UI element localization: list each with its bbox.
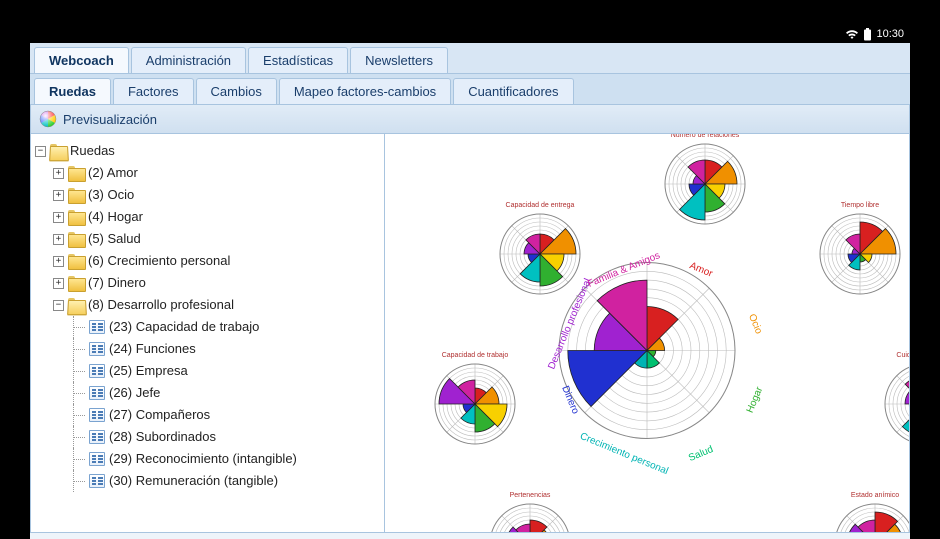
life-wheel-chart: AmorOcioHogarSaludCrecimiento personalDi… — [385, 134, 909, 532]
mini-wheel-label: Pertenencias — [475, 492, 585, 499]
expand-icon[interactable]: + — [53, 234, 64, 245]
tree-node-label: (27) Compañeros — [107, 404, 210, 426]
tree-leaf[interactable]: (29) Reconocimiento (intangible) — [87, 448, 380, 470]
folder-icon — [68, 298, 84, 312]
subtab-mapeo-factores-cambios[interactable]: Mapeo factores-cambios — [279, 78, 451, 104]
folder-icon — [68, 232, 84, 246]
tablet-frame: 10:30 WebcoachAdministraciónEstadísticas… — [0, 0, 940, 539]
content-area: − Ruedas + (2) Amor + (3) Ocio + (4) Hogar + (5) … — [30, 134, 910, 533]
tree-node-label: (7) Dinero — [86, 272, 146, 294]
tree-node-label: (8) Desarrollo profesional — [86, 294, 234, 316]
expand-icon[interactable]: + — [53, 168, 64, 179]
form-icon — [89, 452, 105, 466]
tree-leaf[interactable]: (26) Jefe — [87, 382, 380, 404]
form-icon — [89, 408, 105, 422]
tree-leaf[interactable]: (30) Remuneración (tangible) — [87, 470, 380, 492]
tree-folder[interactable]: + (7) Dinero — [53, 272, 380, 294]
status-time: 10:30 — [876, 28, 904, 40]
mini-life-wheel — [818, 212, 902, 301]
folder-icon — [68, 276, 84, 290]
tree-node-label: Ruedas — [68, 140, 115, 162]
tree-folder[interactable]: + (3) Ocio — [53, 184, 380, 206]
tabs-primary: WebcoachAdministraciónEstadísticasNewsle… — [30, 43, 910, 74]
tree-node-label: (26) Jefe — [107, 382, 160, 404]
expand-icon[interactable]: + — [53, 212, 64, 223]
mini-wheel-label: Tiempo libre — [805, 202, 910, 209]
battery-icon — [863, 28, 872, 41]
tree-folder[interactable]: + (4) Hogar — [53, 206, 380, 228]
expand-icon[interactable]: + — [53, 256, 64, 267]
mini-life-wheel — [433, 362, 517, 451]
sector-label: Hogar — [745, 386, 766, 415]
tree-node-label: (25) Empresa — [107, 360, 188, 382]
mini-wheel-label: Estado anímico — [820, 492, 910, 499]
preview-panel: AmorOcioHogarSaludCrecimiento personalDi… — [385, 134, 910, 533]
wifi-icon — [845, 29, 859, 40]
tree-folder[interactable]: + (2) Amor — [53, 162, 380, 184]
tree-node-label: (6) Crecimiento personal — [86, 250, 230, 272]
folder-icon — [68, 210, 84, 224]
tree-leaf[interactable]: (23) Capacidad de trabajo — [87, 316, 380, 338]
mini-life-wheel — [663, 142, 747, 231]
mini-wheel-label: Aportaciones — [650, 532, 760, 533]
form-icon — [89, 386, 105, 400]
mini-life-wheel — [883, 362, 910, 451]
subtab-factores[interactable]: Factores — [113, 78, 194, 104]
mini-life-wheel — [498, 212, 582, 301]
tree-folder[interactable]: − (8) Desarrollo profesional — [53, 294, 380, 316]
tree-panel: − Ruedas + (2) Amor + (3) Ocio + (4) Hogar + (5) … — [30, 134, 385, 533]
tab-administraci-n[interactable]: Administración — [131, 47, 246, 73]
title-bar: Previsualización — [30, 105, 910, 134]
mini-wheel-label: Capacidad de trabajo — [420, 352, 530, 359]
expand-icon[interactable]: + — [53, 190, 64, 201]
tree-folder[interactable]: + (5) Salud — [53, 228, 380, 250]
app-screen: WebcoachAdministraciónEstadísticasNewsle… — [30, 43, 910, 539]
form-icon — [89, 364, 105, 378]
collapse-icon[interactable]: − — [53, 300, 64, 311]
status-bar: 10:30 — [30, 25, 910, 43]
tree-node-label: (3) Ocio — [86, 184, 134, 206]
expand-icon[interactable]: + — [53, 278, 64, 289]
folder-open-icon — [50, 144, 66, 158]
subtab-cuantificadores[interactable]: Cuantificadores — [453, 78, 573, 104]
tree-root[interactable]: − Ruedas — [35, 140, 380, 162]
subtab-cambios[interactable]: Cambios — [196, 78, 277, 104]
tree-node-label: (29) Reconocimiento (intangible) — [107, 448, 297, 470]
mini-wheel-label: Capacidad de entrega — [485, 202, 595, 209]
tree-leaf[interactable]: (24) Funciones — [87, 338, 380, 360]
title-text: Previsualización — [63, 112, 157, 127]
form-icon — [89, 474, 105, 488]
collapse-icon[interactable]: − — [35, 146, 46, 157]
form-icon — [89, 430, 105, 444]
tree-leaf[interactable]: (25) Empresa — [87, 360, 380, 382]
tree-node-label: (30) Remuneración (tangible) — [107, 470, 278, 492]
sector-label: Salud — [687, 444, 715, 464]
mini-life-wheel — [488, 502, 572, 533]
tree-node-label: (28) Subordinados — [107, 426, 216, 448]
tab-estad-sticas[interactable]: Estadísticas — [248, 47, 348, 73]
folder-icon — [68, 254, 84, 268]
form-icon — [89, 342, 105, 356]
tree-node-label: (5) Salud — [86, 228, 141, 250]
form-icon — [89, 320, 105, 334]
tree-leaf[interactable]: (28) Subordinados — [87, 426, 380, 448]
sector-label: Ocio — [746, 312, 764, 335]
color-wheel-icon — [39, 110, 57, 128]
tabs-secondary: RuedasFactoresCambiosMapeo factores-camb… — [30, 74, 910, 105]
mini-wheel-label: Cuidado del hogar — [870, 352, 910, 359]
tab-newsletters[interactable]: Newsletters — [350, 47, 448, 73]
tree[interactable]: − Ruedas + (2) Amor + (3) Ocio + (4) Hogar + (5) … — [35, 140, 380, 492]
subtab-ruedas[interactable]: Ruedas — [34, 78, 111, 104]
tree-folder[interactable]: + (6) Crecimiento personal — [53, 250, 380, 272]
tree-node-label: (4) Hogar — [86, 206, 143, 228]
mini-life-wheel — [833, 502, 910, 533]
tree-node-label: (23) Capacidad de trabajo — [107, 316, 259, 338]
mini-wheel-label: Número de relaciones — [650, 134, 760, 139]
folder-icon — [68, 166, 84, 180]
tab-webcoach[interactable]: Webcoach — [34, 47, 129, 73]
tree-leaf[interactable]: (27) Compañeros — [87, 404, 380, 426]
tree-node-label: (24) Funciones — [107, 338, 196, 360]
folder-icon — [68, 188, 84, 202]
tree-node-label: (2) Amor — [86, 162, 138, 184]
